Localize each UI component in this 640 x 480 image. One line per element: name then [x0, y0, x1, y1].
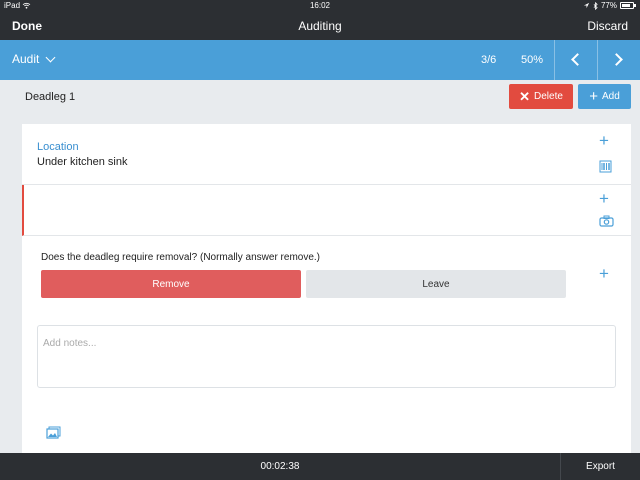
- next-button[interactable]: [597, 40, 640, 80]
- battery-fill: [622, 4, 630, 7]
- location-label: Location: [37, 141, 79, 153]
- status-right: 77%: [583, 1, 636, 10]
- battery-percent: 77%: [600, 1, 617, 10]
- chevron-down-icon: [45, 52, 56, 62]
- export-button[interactable]: Export: [560, 453, 640, 480]
- gallery-icon[interactable]: [46, 426, 61, 440]
- add-answer-icon[interactable]: +: [599, 265, 609, 282]
- item-title: Deadleg 1: [25, 91, 76, 103]
- status-bar: iPad 16:02 77%: [0, 0, 640, 12]
- page-title: Auditing: [298, 19, 342, 33]
- notes-field[interactable]: [37, 325, 616, 388]
- chevron-left-icon: [571, 53, 584, 66]
- location-arrow-icon: [583, 2, 590, 9]
- plus-icon: +: [589, 88, 598, 105]
- chevron-right-icon: [610, 53, 623, 66]
- battery-icon: [620, 2, 636, 9]
- close-icon: ✕: [519, 89, 530, 104]
- nav-bar: Done Auditing Discard: [0, 12, 640, 40]
- answer-leave-button[interactable]: Leave: [306, 270, 566, 298]
- add-button[interactable]: + Add: [578, 84, 631, 109]
- delete-button-label: Delete: [534, 91, 563, 102]
- location-value: Under kitchen sink: [37, 156, 128, 168]
- location-row: Location Under kitchen sink +: [22, 124, 631, 185]
- bottom-bar: 00:02:38 Export: [0, 453, 640, 480]
- audit-dropdown-label: Audit: [12, 52, 40, 66]
- previous-button[interactable]: [554, 40, 597, 80]
- delete-button[interactable]: ✕ Delete: [509, 84, 573, 109]
- add-location-icon[interactable]: +: [599, 132, 609, 149]
- bluetooth-icon: [593, 1, 598, 10]
- progress-percent: 50%: [521, 54, 544, 66]
- discard-button[interactable]: Discard: [587, 19, 628, 33]
- photo-row: +: [22, 185, 631, 236]
- audit-dropdown[interactable]: Audit: [12, 52, 56, 66]
- camera-icon[interactable]: [599, 215, 614, 227]
- progress-count: 3/6: [481, 54, 497, 66]
- question-text: Does the deadleg require removal? (Norma…: [41, 252, 321, 263]
- clock: 16:02: [309, 1, 331, 10]
- audit-card: Location Under kitchen sink + + Does the…: [22, 124, 631, 453]
- barcode-icon[interactable]: [599, 160, 612, 173]
- audit-bar: Audit 3/6 50%: [0, 40, 640, 80]
- add-button-label: Add: [601, 91, 620, 102]
- add-photo-icon[interactable]: +: [599, 190, 609, 207]
- timer: 00:02:38: [260, 461, 300, 472]
- answer-remove-button[interactable]: Remove: [41, 270, 301, 298]
